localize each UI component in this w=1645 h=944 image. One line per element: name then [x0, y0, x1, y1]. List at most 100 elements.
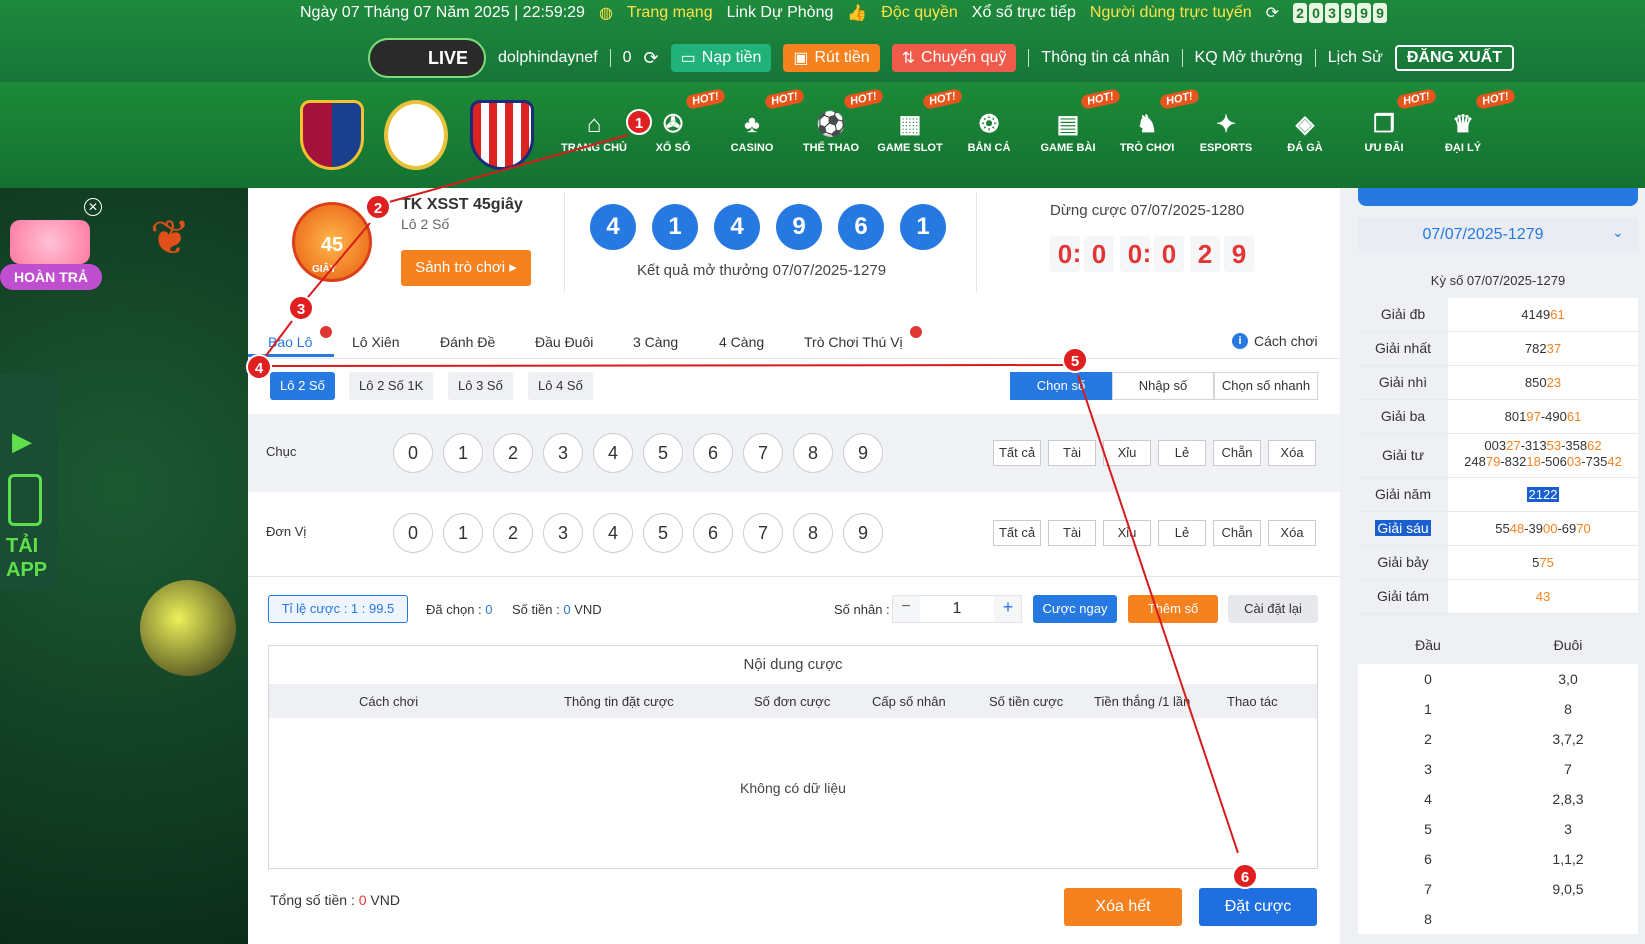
filter-button[interactable]: Chẵn — [1213, 440, 1261, 466]
increase-button[interactable]: + — [998, 597, 1018, 618]
deposit-button[interactable]: ▭ Nạp tiền — [670, 44, 772, 72]
filter-button[interactable]: Xỉu — [1103, 440, 1151, 466]
tab-5[interactable]: 4 Càng — [719, 334, 764, 350]
filter-button[interactable]: Tất cả — [993, 520, 1041, 546]
clear-all-button[interactable]: Xóa hết — [1064, 888, 1182, 926]
nav-item-4[interactable]: ▦ GAME SLOT HOT! — [872, 88, 964, 174]
filter-button[interactable]: Tài — [1048, 520, 1096, 546]
chess-piece-icon: ♞ — [1136, 111, 1158, 138]
number-ball[interactable]: 2 — [493, 433, 533, 473]
number-ball[interactable]: 7 — [743, 513, 783, 553]
transfer-button[interactable]: ⇅ Chuyển quỹ — [891, 44, 1017, 72]
subtab-0[interactable]: Lô 2 Số — [270, 372, 335, 400]
gift-icon — [10, 220, 90, 264]
transfer-label: Chuyển quỹ — [921, 49, 1007, 66]
nav-item-10[interactable]: ❒ ƯU ĐÃI HOT! — [1346, 88, 1438, 174]
number-ball[interactable]: 7 — [743, 433, 783, 473]
download-app-line2: APP — [6, 559, 48, 581]
nav-item-3[interactable]: ⚽ THỂ THAO HOT! — [793, 88, 885, 174]
mode-0[interactable]: Chọn số — [1010, 372, 1112, 400]
refresh-icon[interactable]: ⟳ — [1266, 3, 1279, 23]
nav-item-8[interactable]: ✦ ESPORTS — [1188, 108, 1264, 174]
mode-2[interactable]: Chọn số nhanh — [1214, 372, 1318, 400]
lottery-ball-decoration — [140, 580, 236, 676]
reset-button[interactable]: Cài đặt lại — [1228, 595, 1318, 623]
withdraw-button[interactable]: ▣ Rút tiền — [783, 44, 880, 72]
number-ball[interactable]: 3 — [543, 513, 583, 553]
filter-button[interactable]: Chẵn — [1213, 520, 1261, 546]
refund-badge[interactable]: HOÀN TRẢ — [0, 264, 102, 290]
number-ball[interactable]: 8 — [793, 433, 833, 473]
bet-now-button[interactable]: Cược ngay — [1033, 595, 1117, 623]
nav-item-9[interactable]: ◈ ĐÁ GÀ — [1267, 108, 1343, 174]
backup-link[interactable]: Link Dự Phòng — [727, 4, 834, 22]
subtab-3[interactable]: Lô 4 Số — [528, 372, 593, 400]
table-title: Nội dung cược — [743, 656, 843, 673]
filter-button[interactable]: Tất cả — [993, 440, 1041, 466]
prize-digits: 03 — [1566, 454, 1582, 469]
mode-1[interactable]: Nhập số — [1112, 372, 1214, 400]
tail-value: 3 — [1564, 821, 1572, 837]
number-ball[interactable]: 9 — [843, 513, 883, 553]
lobby-button[interactable]: Sảnh trò chơi ▸ — [401, 250, 531, 286]
tail-label: Đuôi — [1553, 637, 1583, 653]
number-ball[interactable]: 9 — [843, 433, 883, 473]
tab-4[interactable]: 3 Càng — [633, 334, 678, 350]
prize-digits: -39 — [1524, 521, 1543, 536]
nav-item-6[interactable]: ▤ GAME BÀI HOT! — [1030, 88, 1122, 174]
number-ball[interactable]: 0 — [393, 433, 433, 473]
filter-button[interactable]: Lẻ — [1158, 440, 1206, 466]
live-button[interactable]: LIVE — [368, 38, 486, 78]
chosen-label: Đã chọn : — [426, 602, 482, 617]
refresh-balance-icon[interactable]: ⟳ — [644, 48, 659, 69]
timer-digit: 0 — [1154, 236, 1184, 272]
nav-label: ĐÁ GÀ — [1287, 142, 1323, 154]
number-ball[interactable]: 2 — [493, 513, 533, 553]
nav-item-11[interactable]: ♛ ĐẠI LÝ HOT! — [1425, 88, 1517, 174]
add-number-button[interactable]: Thêm số — [1128, 595, 1218, 623]
number-ball[interactable]: 3 — [543, 433, 583, 473]
place-bet-button[interactable]: Đặt cược — [1199, 888, 1317, 926]
close-icon[interactable]: ✕ — [84, 198, 102, 216]
multiplier-input[interactable]: 1 — [920, 596, 994, 622]
logout-button[interactable]: ĐĂNG XUẤT — [1394, 45, 1514, 71]
exclusive-label: Độc quyền — [881, 4, 958, 21]
results-link[interactable]: KQ Mở thưởng — [1195, 49, 1303, 67]
prize-row: Giải năm 2122 — [1358, 478, 1638, 512]
chevron-down-icon[interactable]: ⌄ — [1612, 224, 1624, 241]
nav-item-5[interactable]: ❂ BẮN CÁ — [951, 108, 1027, 174]
tab-2[interactable]: Đánh Đề — [440, 334, 495, 350]
history-link[interactable]: Lịch Sử — [1328, 49, 1383, 67]
subtab-1[interactable]: Lô 2 Số 1K — [349, 372, 434, 400]
counter-digit: 3 — [1325, 3, 1340, 23]
number-ball[interactable]: 4 — [593, 433, 633, 473]
how-to-play-link[interactable]: Cách chơi — [1254, 333, 1318, 349]
number-ball[interactable]: 6 — [693, 513, 733, 553]
number-ball[interactable]: 1 — [443, 433, 483, 473]
number-ball[interactable]: 8 — [793, 513, 833, 553]
number-ball[interactable]: 6 — [693, 433, 733, 473]
tab-1[interactable]: Lô Xiên — [352, 334, 399, 350]
nav-item-2[interactable]: ♣ CASINO HOT! — [714, 88, 806, 174]
bet-content-table — [268, 645, 1318, 869]
filter-button[interactable]: Xóa — [1268, 520, 1316, 546]
tab-3[interactable]: Đầu Đuôi — [535, 334, 593, 350]
number-ball[interactable]: 0 — [393, 513, 433, 553]
prize-row: Giải sáu 5548-3900-6970 — [1358, 512, 1638, 546]
number-ball[interactable]: 1 — [443, 513, 483, 553]
filter-button[interactable]: Xóa — [1268, 440, 1316, 466]
filter-button[interactable]: Lẻ — [1158, 520, 1206, 546]
number-ball[interactable]: 4 — [593, 513, 633, 553]
prize-line: 00327-31353-35862 — [1448, 438, 1638, 454]
number-ball[interactable]: 5 — [643, 433, 683, 473]
nav-item-0[interactable]: ⌂ TRANG CHỦ — [556, 108, 632, 174]
tab-6[interactable]: Trò Chơi Thú Vị — [804, 334, 903, 350]
decrease-button[interactable]: − — [896, 598, 916, 616]
number-ball[interactable]: 5 — [643, 513, 683, 553]
nav-item-7[interactable]: ♞ TRÒ CHƠI HOT! — [1109, 88, 1201, 174]
site-link[interactable]: Trang mạng — [627, 4, 713, 22]
subtab-2[interactable]: Lô 3 Số — [448, 372, 513, 400]
column-header: Thao tác — [1227, 694, 1278, 709]
profile-link[interactable]: Thông tin cá nhân — [1041, 49, 1169, 67]
filter-button[interactable]: Tài — [1048, 440, 1096, 466]
